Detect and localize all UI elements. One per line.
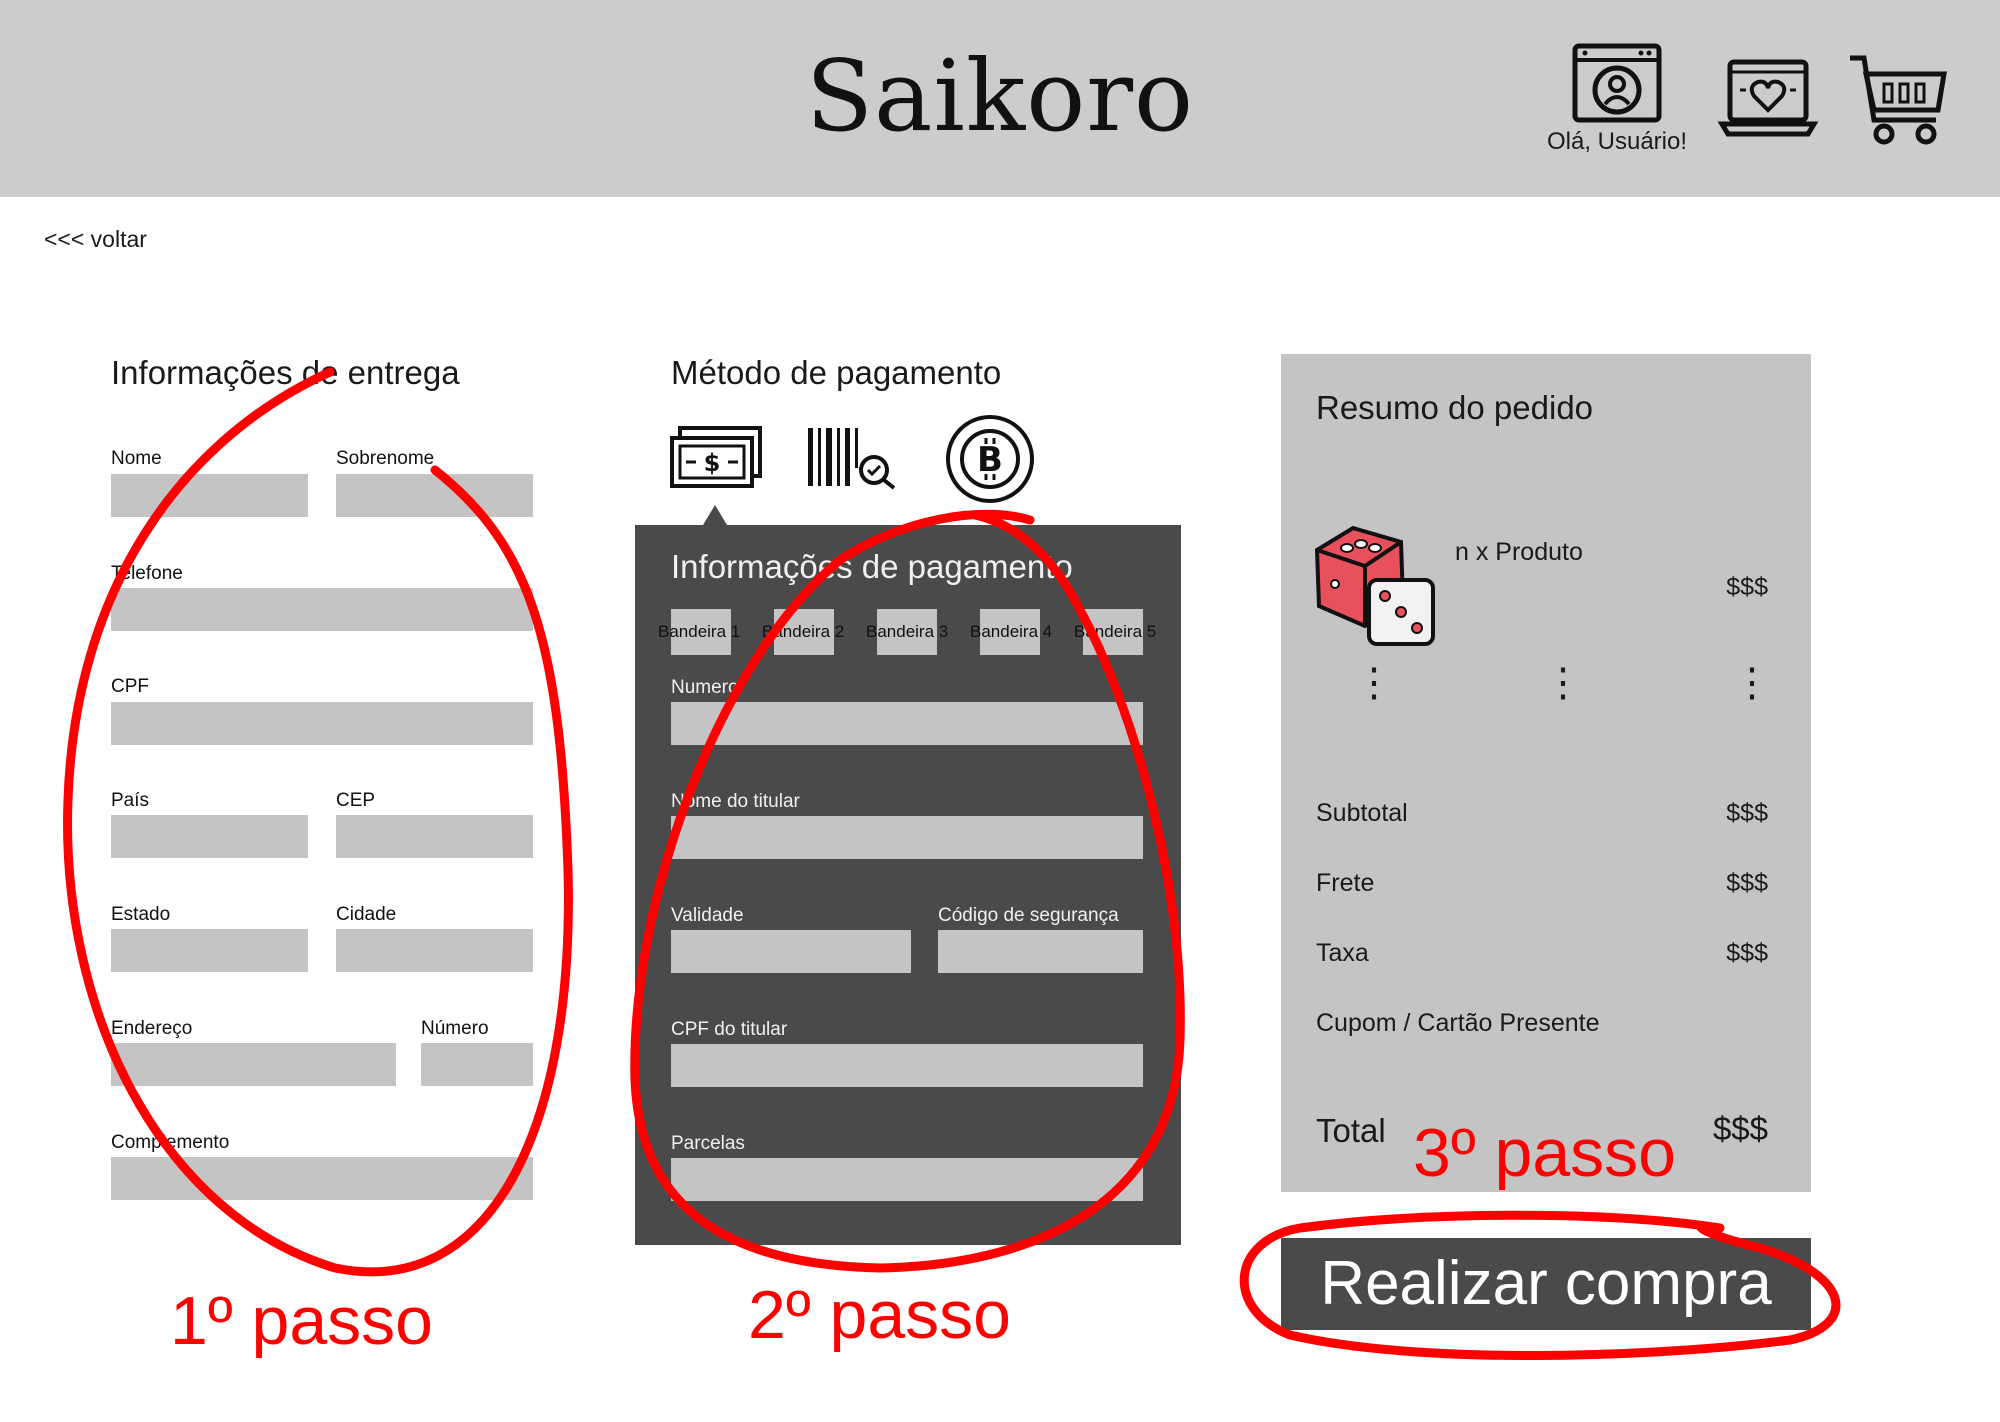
- card-flag-label: Bandeira 1: [658, 622, 741, 641]
- security-code-field[interactable]: [938, 930, 1143, 973]
- payment-info-heading: Informações de pagamento: [671, 548, 1073, 585]
- step-3-annotation: 3º passo: [1413, 1115, 1677, 1191]
- payment-heading: Método de pagamento: [671, 354, 1002, 391]
- bitcoin-icon[interactable]: B: [945, 414, 1035, 504]
- vertical-ellipsis-icon: ⋮: [1354, 661, 1394, 705]
- expiry-field[interactable]: [671, 930, 911, 973]
- cpf-label: CPF: [111, 676, 149, 697]
- complemento-label: Complemento: [111, 1132, 230, 1153]
- total-label: Total: [1316, 1112, 1386, 1149]
- total-value: $$$: [1712, 1110, 1768, 1147]
- cep-label: CEP: [336, 790, 376, 811]
- nome-label: Nome: [111, 448, 162, 469]
- numero-field[interactable]: [421, 1043, 533, 1086]
- step-1-annotation: 1º passo: [170, 1283, 434, 1359]
- svg-text:$: $: [704, 449, 721, 477]
- cep-field[interactable]: [336, 815, 533, 858]
- dice-product-icon: [1313, 520, 1439, 648]
- nome-field[interactable]: [111, 474, 308, 517]
- taxa-label: Taxa: [1316, 939, 1369, 967]
- frete-value: $$$: [1726, 869, 1768, 897]
- installments-field[interactable]: [671, 1158, 1143, 1201]
- subtotal-label: Subtotal: [1316, 799, 1408, 827]
- holder-cpf-field[interactable]: [671, 1044, 1143, 1087]
- svg-text:B: B: [977, 440, 1003, 480]
- summary-heading: Resumo do pedido: [1316, 389, 1594, 426]
- step-2-annotation: 2º passo: [748, 1277, 1012, 1353]
- frete-label: Frete: [1316, 869, 1375, 897]
- sobrenome-field[interactable]: [336, 474, 533, 517]
- security-code-label: Código de segurança: [938, 905, 1119, 926]
- vertical-ellipsis-icon: ⋮: [1732, 661, 1772, 705]
- favorites-laptop-heart-icon[interactable]: [1716, 50, 1820, 154]
- telefone-label: Telefone: [111, 563, 183, 584]
- holder-name-label: Nome do titular: [671, 791, 800, 812]
- barcode-boleto-icon[interactable]: [806, 426, 898, 490]
- product-price: $$$: [1726, 573, 1768, 601]
- place-order-button[interactable]: Realizar compra: [1281, 1238, 1811, 1330]
- taxa-value: $$$: [1726, 939, 1768, 967]
- sobrenome-label: Sobrenome: [336, 448, 435, 469]
- delivery-heading: Informações de entrega: [111, 354, 460, 391]
- card-number-field[interactable]: [671, 702, 1143, 745]
- card-flag-label: Bandeira 5: [1074, 622, 1157, 641]
- selected-method-pointer: [703, 505, 727, 525]
- holder-name-field[interactable]: [671, 816, 1143, 859]
- user-greeting[interactable]: Olá, Usuário!: [1538, 128, 1696, 156]
- numero-label: Número: [421, 1018, 489, 1039]
- endereco-field[interactable]: [111, 1043, 396, 1086]
- shopping-cart-icon[interactable]: [1846, 48, 1950, 152]
- cidade-label: Cidade: [336, 904, 397, 925]
- holder-cpf-label: CPF do titular: [671, 1019, 788, 1040]
- expiry-label: Validade: [671, 905, 744, 926]
- order-summary-panel: [1281, 354, 1811, 1192]
- back-link[interactable]: <<< voltar: [44, 226, 147, 253]
- coupon-gift-card-link[interactable]: Cupom / Cartão Presente: [1316, 1009, 1599, 1038]
- card-flag-label: Bandeira 2: [762, 622, 845, 641]
- card-flag-label: Bandeira 3: [866, 622, 949, 641]
- cash-money-icon[interactable]: $: [670, 426, 762, 490]
- complemento-field[interactable]: [111, 1157, 533, 1200]
- cpf-field[interactable]: [111, 702, 533, 745]
- card-number-label: Numero: [671, 677, 739, 698]
- installments-label: Parcelas: [671, 1133, 745, 1154]
- cidade-field[interactable]: [336, 929, 533, 972]
- pais-label: País: [111, 790, 150, 811]
- vertical-ellipsis-icon: ⋮: [1543, 661, 1583, 705]
- estado-field[interactable]: [111, 929, 308, 972]
- product-line: n x Produto: [1455, 538, 1583, 566]
- card-flag-label: Bandeira 4: [970, 622, 1053, 641]
- site-logo[interactable]: Saikoro: [0, 40, 2000, 154]
- endereco-label: Endereço: [111, 1018, 193, 1039]
- pais-field[interactable]: [111, 815, 308, 858]
- telefone-field[interactable]: [111, 588, 533, 631]
- estado-label: Estado: [111, 904, 171, 925]
- subtotal-value: $$$: [1726, 799, 1768, 827]
